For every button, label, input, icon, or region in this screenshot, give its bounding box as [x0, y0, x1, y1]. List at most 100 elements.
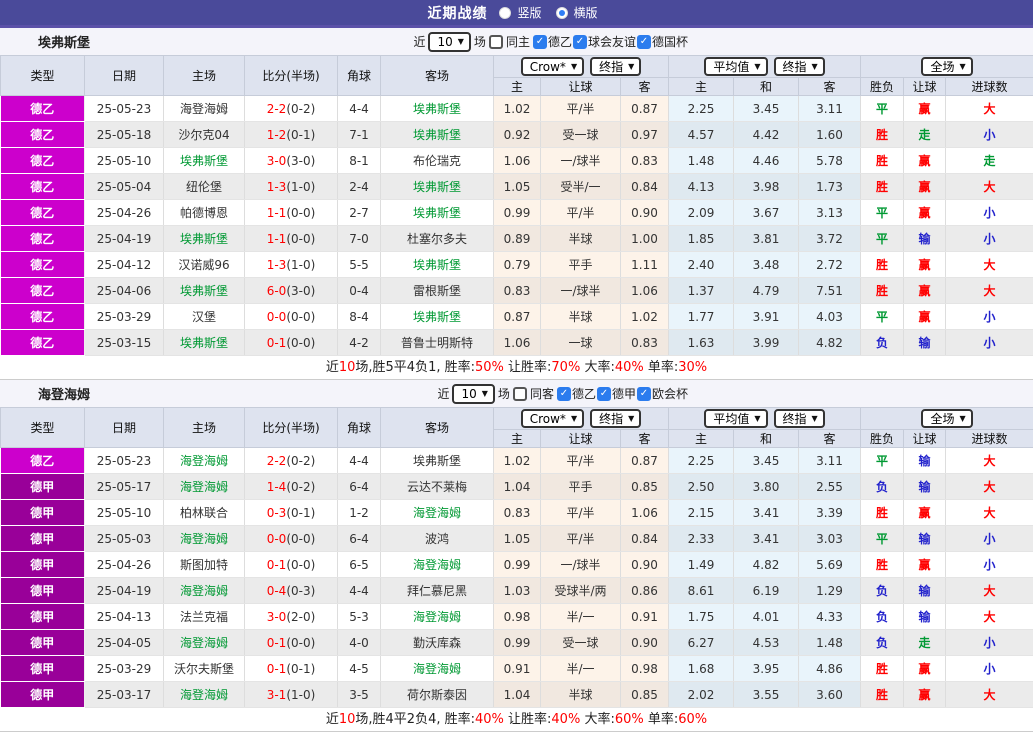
- away-team[interactable]: 埃弗斯堡: [381, 200, 494, 226]
- bookmaker-select[interactable]: Crow*▼: [521, 57, 584, 76]
- home-team[interactable]: 埃弗斯堡: [164, 278, 245, 304]
- euro-odds-home: 1.68: [669, 656, 734, 682]
- asian-handicap: 受一球: [541, 122, 621, 148]
- result-outcome: 胜: [861, 174, 904, 200]
- match-count-select[interactable]: 10▼: [452, 384, 494, 404]
- away-team[interactable]: 埃弗斯堡: [381, 122, 494, 148]
- home-team[interactable]: 埃弗斯堡: [164, 330, 245, 356]
- euro-odds-home: 1.49: [669, 552, 734, 578]
- away-team[interactable]: 海登海姆: [381, 552, 494, 578]
- average-odds-select[interactable]: 平均值▼: [704, 409, 767, 428]
- score-cell[interactable]: 3-1(1-0): [245, 682, 338, 708]
- score-cell[interactable]: 0-1(0-0): [245, 552, 338, 578]
- away-team[interactable]: 布伦瑞克: [381, 148, 494, 174]
- asian-odds-home: 0.83: [494, 278, 541, 304]
- final-euro-select[interactable]: 终指▼: [774, 409, 825, 428]
- euro-odds-away: 1.73: [799, 174, 861, 200]
- home-team[interactable]: 沃尔夫斯堡: [164, 656, 245, 682]
- score-cell[interactable]: 0-0(0-0): [245, 526, 338, 552]
- fulltime-select[interactable]: 全场▼: [921, 57, 972, 76]
- vertical-layout-radio[interactable]: [499, 7, 511, 19]
- league-checkbox[interactable]: ✓: [533, 35, 547, 49]
- league-checkbox[interactable]: ✓: [557, 387, 571, 401]
- score-cell[interactable]: 1-3(1-0): [245, 174, 338, 200]
- home-team[interactable]: 法兰克福: [164, 604, 245, 630]
- home-team[interactable]: 斯图加特: [164, 552, 245, 578]
- col-header-type: 类型: [1, 408, 85, 448]
- horizontal-layout-radio[interactable]: [556, 7, 568, 19]
- home-team[interactable]: 海登海姆: [164, 474, 245, 500]
- home-team[interactable]: 汉堡: [164, 304, 245, 330]
- home-team[interactable]: 柏林联合: [164, 500, 245, 526]
- league-checkbox[interactable]: ✓: [573, 35, 587, 49]
- home-team[interactable]: 帕德博恩: [164, 200, 245, 226]
- score-cell[interactable]: 2-2(0-2): [245, 448, 338, 474]
- home-team[interactable]: 海登海姆: [164, 578, 245, 604]
- score-cell[interactable]: 1-4(0-2): [245, 474, 338, 500]
- average-odds-select[interactable]: 平均值▼: [704, 57, 767, 76]
- score-cell[interactable]: 0-4(0-3): [245, 578, 338, 604]
- away-team[interactable]: 普鲁士明斯特: [381, 330, 494, 356]
- away-team[interactable]: 埃弗斯堡: [381, 304, 494, 330]
- match-row: 德乙25-05-23海登海姆2-2(0-2)4-4埃弗斯堡1.02平/半0.87…: [1, 96, 1033, 122]
- away-team[interactable]: 波鸿: [381, 526, 494, 552]
- home-team[interactable]: 海登海姆: [164, 526, 245, 552]
- score-cell[interactable]: 2-2(0-2): [245, 96, 338, 122]
- fulltime-select[interactable]: 全场▼: [921, 409, 972, 428]
- match-row: 德甲25-03-17海登海姆3-1(1-0)3-5荷尔斯泰因1.04半球0.85…: [1, 682, 1033, 708]
- home-team[interactable]: 纽伦堡: [164, 174, 245, 200]
- score-cell[interactable]: 0-0(0-0): [245, 304, 338, 330]
- home-team[interactable]: 埃弗斯堡: [164, 226, 245, 252]
- score-cell[interactable]: 1-2(0-1): [245, 122, 338, 148]
- match-count-select[interactable]: 10▼: [428, 32, 470, 52]
- score-cell[interactable]: 6-0(3-0): [245, 278, 338, 304]
- home-team[interactable]: 海登海姆: [164, 96, 245, 122]
- result-goals: 大: [946, 278, 1033, 304]
- away-team[interactable]: 埃弗斯堡: [381, 96, 494, 122]
- away-team[interactable]: 雷根斯堡: [381, 278, 494, 304]
- score-cell[interactable]: 1-1(0-0): [245, 200, 338, 226]
- chevron-down-icon: ▼: [959, 415, 965, 423]
- home-team[interactable]: 沙尔克04: [164, 122, 245, 148]
- home-team[interactable]: 埃弗斯堡: [164, 148, 245, 174]
- away-team[interactable]: 埃弗斯堡: [381, 252, 494, 278]
- league-checkbox[interactable]: ✓: [637, 35, 651, 49]
- match-row: 德甲25-05-17海登海姆1-4(0-2)6-4云达不莱梅1.04平手0.85…: [1, 474, 1033, 500]
- home-team[interactable]: 汉诺威96: [164, 252, 245, 278]
- home-team[interactable]: 海登海姆: [164, 630, 245, 656]
- away-team[interactable]: 埃弗斯堡: [381, 448, 494, 474]
- away-team[interactable]: 云达不莱梅: [381, 474, 494, 500]
- score-cell[interactable]: 1-1(0-0): [245, 226, 338, 252]
- final-odds-select[interactable]: 终指▼: [590, 409, 641, 428]
- home-team[interactable]: 海登海姆: [164, 448, 245, 474]
- date-cell: 25-03-29: [85, 656, 164, 682]
- league-checkbox[interactable]: ✓: [597, 387, 611, 401]
- away-team[interactable]: 勤沃库森: [381, 630, 494, 656]
- league-checkbox[interactable]: ✓: [637, 387, 651, 401]
- away-team[interactable]: 海登海姆: [381, 500, 494, 526]
- final-odds-select[interactable]: 终指▼: [590, 57, 641, 76]
- sub-header-euro-home: 主: [669, 78, 734, 96]
- home-team[interactable]: 海登海姆: [164, 682, 245, 708]
- same-venue-checkbox[interactable]: [513, 387, 527, 401]
- away-team[interactable]: 荷尔斯泰因: [381, 682, 494, 708]
- score-cell[interactable]: 0-1(0-0): [245, 630, 338, 656]
- score-cell[interactable]: 0-1(0-1): [245, 656, 338, 682]
- same-venue-checkbox[interactable]: [489, 35, 503, 49]
- away-team[interactable]: 海登海姆: [381, 604, 494, 630]
- away-team[interactable]: 拜仁慕尼黑: [381, 578, 494, 604]
- away-team[interactable]: 埃弗斯堡: [381, 174, 494, 200]
- score-cell[interactable]: 0-3(0-1): [245, 500, 338, 526]
- sub-header-handicap-result: 让球: [904, 78, 946, 96]
- euro-odds-draw: 4.82: [734, 552, 799, 578]
- score-cell[interactable]: 1-3(1-0): [245, 252, 338, 278]
- final-euro-select[interactable]: 终指▼: [774, 57, 825, 76]
- score-cell[interactable]: 3-0(2-0): [245, 604, 338, 630]
- euro-odds-home: 1.85: [669, 226, 734, 252]
- away-team[interactable]: 杜塞尔多夫: [381, 226, 494, 252]
- score-cell[interactable]: 0-1(0-0): [245, 330, 338, 356]
- result-goals: 走: [946, 148, 1033, 174]
- bookmaker-select[interactable]: Crow*▼: [521, 409, 584, 428]
- away-team[interactable]: 海登海姆: [381, 656, 494, 682]
- score-cell[interactable]: 3-0(3-0): [245, 148, 338, 174]
